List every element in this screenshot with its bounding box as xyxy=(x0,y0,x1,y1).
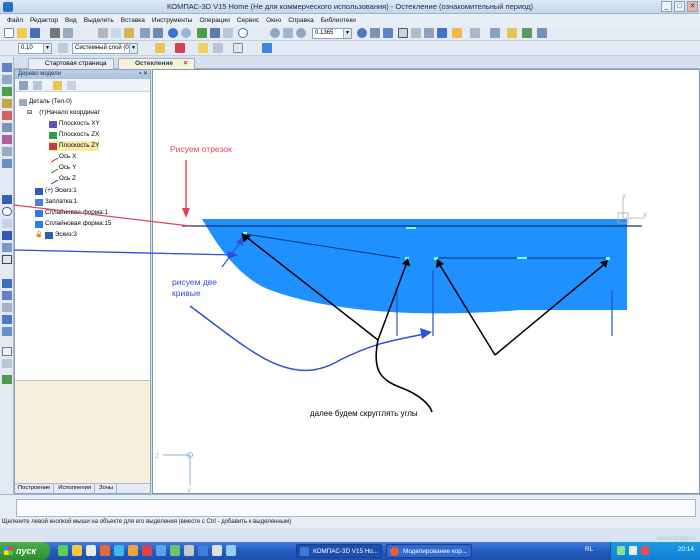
quicklaunch-icon[interactable] xyxy=(128,545,138,556)
vertex-marker[interactable] xyxy=(606,257,610,260)
annotation-round-corners: далее будем скругглять углы xyxy=(310,409,418,418)
start-label: пуск xyxy=(16,546,37,556)
language-indicator[interactable]: RL xyxy=(585,546,593,553)
quicklaunch-icon[interactable] xyxy=(114,545,124,556)
task-kompas-label: КОМПАС-3D V15 Ho... xyxy=(313,548,379,555)
quicklaunch-icon[interactable] xyxy=(58,545,68,556)
tray-volume-icon[interactable] xyxy=(629,546,637,555)
quicklaunch-icon[interactable] xyxy=(100,545,110,556)
watermark: www.fotojpp.ru xyxy=(656,536,696,542)
annotation-draw-curves-2: кривые xyxy=(172,288,201,298)
red-pointer-line xyxy=(13,204,191,227)
blue-curve-arrow-head xyxy=(420,328,432,339)
windows-taskbar: пуск КОМПАС-3D V15 Ho... Моделирование к… xyxy=(0,542,700,560)
annotation-draw-segment: Рисуем отрезок xyxy=(170,144,232,154)
system-tray: RL 20:14 xyxy=(585,542,700,560)
quicklaunch-icon[interactable] xyxy=(86,545,96,556)
status-hint: Щелкните левой кнопкой мыши на объекте д… xyxy=(2,519,292,525)
blue-pointer-line xyxy=(13,249,237,256)
tray-security-icon[interactable] xyxy=(641,546,649,555)
global-axes-triad xyxy=(163,452,193,485)
triad-y-label: Y xyxy=(622,195,626,201)
annotation-draw-curves: рисуем две xyxy=(172,277,217,287)
quicklaunch-icon[interactable] xyxy=(212,545,222,556)
tray-network-icon[interactable] xyxy=(617,546,625,555)
task-kompas[interactable]: КОМПАС-3D V15 Ho... xyxy=(296,544,382,558)
black-bracket-curve xyxy=(375,339,433,413)
global-z-label: Z xyxy=(155,453,159,460)
property-panel[interactable] xyxy=(16,499,696,517)
blue-curve-arrow xyxy=(189,305,429,372)
quicklaunch-icon[interactable] xyxy=(226,545,236,556)
triad-x-label: X xyxy=(643,213,647,219)
quicklaunch-icon[interactable] xyxy=(184,545,194,556)
windows-logo-icon xyxy=(4,546,13,555)
clock: 20:14 xyxy=(677,546,694,553)
quicklaunch-icon[interactable] xyxy=(142,545,152,556)
red-arrow-head xyxy=(182,208,190,218)
vertex-marker[interactable] xyxy=(406,227,416,229)
task-browser[interactable]: Моделирование кор... xyxy=(386,544,472,558)
browser-task-icon xyxy=(390,547,399,556)
quicklaunch-icon[interactable] xyxy=(156,545,166,556)
task-browser-label: Моделирование кор... xyxy=(403,548,467,555)
start-button[interactable]: пуск xyxy=(0,542,50,560)
drawing-overlay: Y X Рисуем отрезок рисуем две кривые дал… xyxy=(13,144,647,495)
kompas-task-icon xyxy=(300,547,309,556)
quicklaunch-icon[interactable] xyxy=(170,545,180,556)
quicklaunch-icon[interactable] xyxy=(198,545,208,556)
vertex-marker[interactable] xyxy=(517,257,527,259)
property-and-status-area: Щелкните левой кнопкой мыши на объекте д… xyxy=(0,494,700,528)
quicklaunch-icon[interactable] xyxy=(72,545,82,556)
